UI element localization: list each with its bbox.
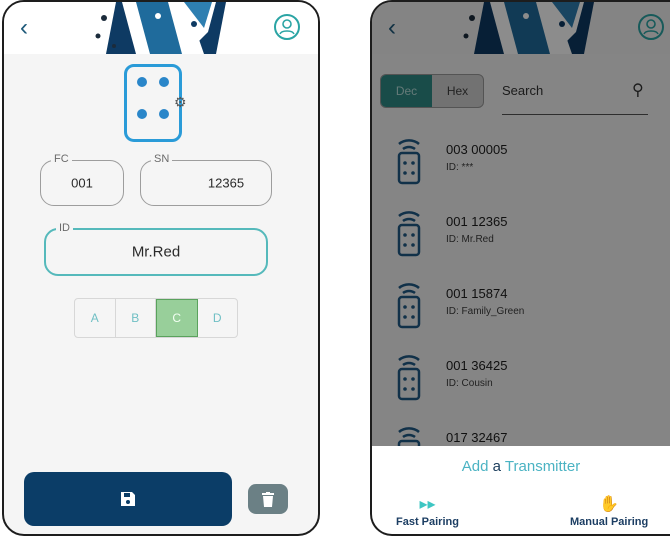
remote-button-dot bbox=[137, 77, 147, 87]
fc-field[interactable]: FC 001 bbox=[40, 153, 124, 206]
id-field[interactable]: ID Mr.Red bbox=[44, 222, 268, 276]
fc-label: FC bbox=[51, 153, 72, 165]
sheet-title-prefix: Add bbox=[461, 458, 489, 475]
remote-button-dot bbox=[159, 109, 169, 119]
back-arrow-icon[interactable]: ‹ bbox=[20, 16, 28, 40]
hand-icon: ✋ bbox=[599, 496, 620, 513]
remote-button-dot bbox=[137, 109, 147, 119]
channel-a-button[interactable]: A bbox=[75, 299, 116, 337]
save-button[interactable] bbox=[24, 472, 232, 526]
sn-field[interactable]: SN 12365 bbox=[140, 153, 272, 206]
channel-b-button[interactable]: B bbox=[116, 299, 156, 337]
delete-button[interactable] bbox=[248, 484, 288, 514]
sn-label: SN bbox=[151, 153, 173, 165]
fast-pairing-button[interactable]: ▸▸ Fast Pairing bbox=[396, 496, 459, 528]
id-label: ID bbox=[56, 222, 73, 234]
header: ‹ bbox=[4, 2, 318, 54]
transmitter-edit-screen: ‹ ⚙ FC 001 SN 12365 ID Mr.Red A B C D bbox=[2, 0, 320, 536]
sn-value: 12365 bbox=[207, 175, 245, 191]
channel-c-button[interactable]: C bbox=[156, 299, 198, 337]
sheet-title-article: a bbox=[492, 458, 501, 475]
sheet-title: Add a Transmitter bbox=[372, 458, 670, 475]
manual-pairing-label: Manual Pairing bbox=[570, 516, 649, 528]
id-value: Mr.Red bbox=[131, 243, 181, 261]
fast-forward-icon: ▸▸ bbox=[419, 496, 436, 513]
channel-d-button[interactable]: D bbox=[198, 299, 238, 337]
gear-icon[interactable]: ⚙ bbox=[174, 94, 187, 111]
account-icon[interactable] bbox=[274, 14, 300, 40]
manual-pairing-button[interactable]: ✋ Manual Pairing bbox=[570, 496, 648, 528]
fast-pairing-label: Fast Pairing bbox=[396, 516, 459, 528]
brand-banner bbox=[76, 2, 226, 54]
remote-button-dot bbox=[159, 77, 169, 87]
fc-value: 001 bbox=[71, 175, 93, 191]
trash-icon bbox=[262, 491, 274, 507]
transmitter-list-screen: ‹ Dec Hex Search ⚲ 003 00005 ID: *** 001… bbox=[370, 0, 670, 536]
floppy-disk-icon bbox=[121, 492, 135, 506]
channel-selector: A B C D bbox=[74, 298, 238, 338]
add-transmitter-sheet: Add a Transmitter ▸▸ Fast Pairing ✋ Manu… bbox=[372, 446, 670, 534]
sheet-title-suffix: Transmitter bbox=[504, 458, 581, 475]
